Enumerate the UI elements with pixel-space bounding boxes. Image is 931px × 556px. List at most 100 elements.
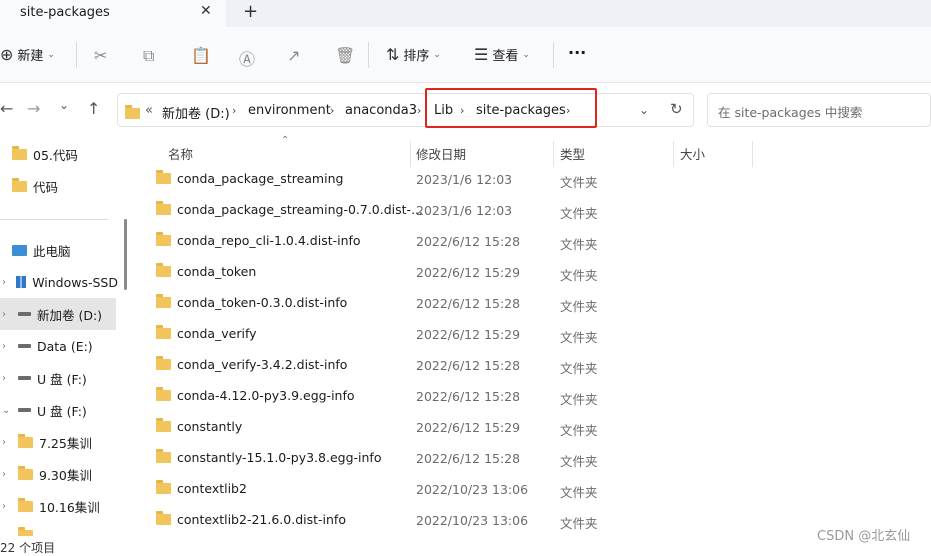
table-row[interactable]: conda_package_streaming 2023/1/6 12:03 文…: [132, 165, 931, 196]
table-row[interactable]: conda_token-0.3.0.dist-info 2022/6/12 15…: [132, 289, 931, 320]
chevron-right-icon[interactable]: ›: [2, 309, 12, 320]
file-date: 2022/6/12 15:28: [416, 451, 521, 466]
folder-icon: [156, 418, 171, 432]
sidebar-item-this-pc[interactable]: 此电脑: [12, 234, 71, 266]
column-divider[interactable]: [553, 141, 554, 167]
rename-icon[interactable]: Ⓐ: [239, 46, 255, 70]
tab-site-packages[interactable]: site-packages ✕: [0, 0, 226, 27]
copy-icon[interactable]: ⧉: [143, 46, 154, 66]
more-options-icon[interactable]: ···: [568, 43, 586, 62]
file-name: conda_token: [177, 264, 257, 279]
table-row[interactable]: conda_token 2022/6/12 15:29 文件夹: [132, 258, 931, 289]
file-date: 2022/6/12 15:28: [416, 234, 521, 249]
breadcrumb-item-anaconda3[interactable]: anaconda3: [345, 103, 417, 118]
sidebar-item-partial[interactable]: [2, 522, 118, 536]
back-icon[interactable]: ←: [0, 99, 13, 118]
chevron-right-icon[interactable]: ›: [232, 104, 236, 117]
address-history-dropdown-icon[interactable]: ⌄: [639, 103, 649, 117]
forward-icon[interactable]: →: [27, 99, 40, 118]
column-header-type[interactable]: 类型: [560, 144, 585, 163]
sidebar-item-code[interactable]: 代码: [12, 170, 58, 202]
sidebar-item-7-25[interactable]: › 7.25集训: [2, 426, 92, 458]
tab-close-icon[interactable]: ✕: [200, 3, 212, 19]
sidebar-item-drive-e[interactable]: › Data (E:): [2, 330, 93, 362]
sidebar-item-drive-d[interactable]: › 新加卷 (D:): [2, 298, 102, 330]
column-divider[interactable]: [410, 141, 411, 167]
table-row[interactable]: contextlib2-21.6.0.dist-info 2022/10/23 …: [132, 506, 931, 537]
table-row[interactable]: constantly 2022/6/12 15:29 文件夹: [132, 413, 931, 444]
file-name: conda-4.12.0-py3.9.egg-info: [177, 388, 355, 403]
sidebar-item-label: Data (E:): [37, 338, 93, 354]
column-divider[interactable]: [673, 141, 674, 167]
sort-ascending-icon: ⌃: [281, 135, 290, 146]
tab-title: site-packages: [20, 5, 110, 20]
up-icon[interactable]: ↑: [87, 99, 100, 118]
address-bar[interactable]: « 新加卷 (D:) › environment › anaconda3 › L…: [117, 93, 694, 127]
column-divider[interactable]: [752, 141, 753, 167]
file-type: 文件夹: [560, 516, 598, 531]
table-row[interactable]: conda_verify-3.4.2.dist-info 2022/6/12 1…: [132, 351, 931, 382]
chevron-right-icon[interactable]: ›: [2, 277, 10, 288]
file-date: 2022/6/12 15:29: [416, 327, 521, 342]
table-row[interactable]: conda_package_streaming-0.7.0.dist-... 2…: [132, 196, 931, 227]
tab-bar: site-packages ✕ +: [0, 0, 931, 27]
navigation-row: ← → ⌄ ↑ « 新加卷 (D:) › environment › anaco…: [0, 84, 931, 136]
new-button-label: 新建: [17, 49, 44, 64]
file-name: conda_verify: [177, 326, 257, 341]
file-type: 文件夹: [560, 268, 598, 283]
table-row[interactable]: contextlib2 2022/10/23 13:06 文件夹: [132, 475, 931, 506]
new-tab-button[interactable]: +: [243, 1, 258, 22]
sidebar-item-windows-ssd[interactable]: › Windows-SSD: [2, 266, 118, 298]
toolbar-divider: [368, 42, 369, 68]
file-type: 文件夹: [560, 392, 598, 407]
chevron-right-icon[interactable]: ›: [2, 341, 12, 352]
search-box[interactable]: 在 site-packages 中搜索: [707, 93, 931, 127]
chevron-right-icon[interactable]: ›: [2, 501, 12, 512]
table-row[interactable]: conda_verify 2022/6/12 15:29 文件夹: [132, 320, 931, 351]
sidebar-item-usb-f-root[interactable]: ⌄ U 盘 (F:): [2, 394, 87, 426]
navigation-pane: 05.代码 代码 此电脑 › Windows-SSD › 新加卷 (D:) › …: [0, 137, 132, 551]
usb-drive-icon: [18, 376, 31, 380]
chevron-right-icon[interactable]: ›: [2, 437, 12, 448]
table-row[interactable]: conda-4.12.0-py3.9.egg-info 2022/6/12 15…: [132, 382, 931, 413]
file-type: 文件夹: [560, 237, 598, 252]
view-button[interactable]: ☰ 查看 ⌄: [474, 45, 530, 64]
chevron-right-icon[interactable]: ›: [417, 104, 421, 117]
toolbar-divider: [553, 42, 554, 68]
sidebar-item-label: 新加卷 (D:): [37, 307, 103, 323]
breadcrumb-item-environment[interactable]: environment: [248, 103, 331, 118]
sidebar-item-usb-f[interactable]: › U 盘 (F:): [2, 362, 87, 394]
chevron-down-icon[interactable]: ⌄: [2, 405, 12, 416]
refresh-icon[interactable]: ↻: [670, 100, 683, 118]
table-row[interactable]: conda_repo_cli-1.0.4.dist-info 2022/6/12…: [132, 227, 931, 258]
file-type: 文件夹: [560, 299, 598, 314]
table-row[interactable]: constantly-15.1.0-py3.8.egg-info 2022/6/…: [132, 444, 931, 475]
new-button[interactable]: ⊕ 新建 ⌄: [0, 45, 55, 64]
column-header-size[interactable]: 大小: [680, 144, 705, 163]
chevron-right-icon[interactable]: ›: [330, 104, 334, 117]
folder-icon: [156, 294, 171, 308]
sort-button[interactable]: ⇅ 排序 ⌄: [386, 45, 441, 64]
sidebar-item-05-code[interactable]: 05.代码: [12, 138, 78, 170]
windows-drive-icon: [16, 276, 27, 288]
breadcrumb-overflow[interactable]: «: [145, 103, 153, 118]
delete-icon[interactable]: 🗑: [335, 46, 355, 65]
column-header-date[interactable]: 修改日期: [416, 144, 466, 163]
share-icon[interactable]: ↗: [287, 46, 300, 65]
sidebar-item-9-30[interactable]: › 9.30集训: [2, 458, 92, 490]
breadcrumb-item-drive[interactable]: 新加卷 (D:): [162, 103, 230, 122]
file-date: 2022/6/12 15:29: [416, 420, 521, 435]
recent-locations-icon[interactable]: ⌄: [59, 98, 69, 112]
paste-icon[interactable]: 📋: [191, 46, 211, 65]
file-date: 2022/6/12 15:29: [416, 265, 521, 280]
folder-icon: [18, 465, 33, 480]
sidebar-item-10-16[interactable]: › 10.16集训: [2, 490, 100, 522]
chevron-right-icon[interactable]: ›: [2, 373, 12, 384]
cut-icon[interactable]: ✂: [94, 46, 107, 65]
sidebar-scrollbar[interactable]: [124, 219, 127, 290]
chevron-right-icon[interactable]: ›: [2, 469, 12, 480]
folder-icon: [156, 480, 171, 494]
folder-icon: [156, 387, 171, 401]
column-header-name[interactable]: 名称: [168, 144, 193, 163]
sort-icon: ⇅: [386, 45, 400, 64]
